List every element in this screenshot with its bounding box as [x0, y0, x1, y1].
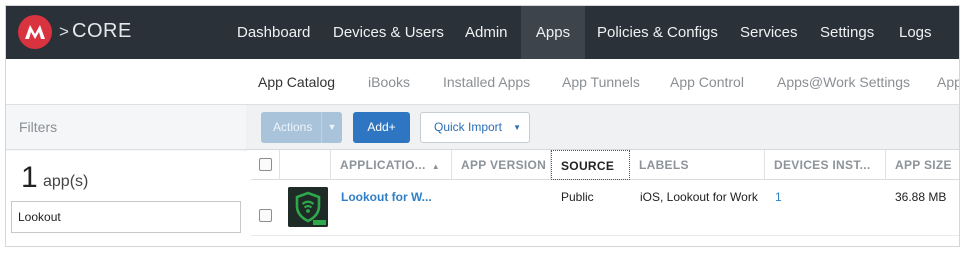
filters-title: Filters	[6, 105, 246, 150]
row-select-checkbox[interactable]	[259, 209, 272, 222]
column-header-application[interactable]: APPLICATIO... ▲	[331, 150, 452, 180]
column-header-devices-installed[interactable]: DEVICES INST...	[765, 150, 886, 180]
devices-installed-link[interactable]: 1	[775, 190, 782, 204]
filter-search-input[interactable]	[11, 201, 241, 233]
column-header-application-label: APPLICATIO...	[340, 158, 426, 172]
filters-panel: Filters 1 app(s)	[6, 105, 246, 246]
app-count: 1	[21, 161, 38, 194]
quick-import-label: Quick Import	[434, 120, 503, 134]
table-row[interactable]: Lookout for W... Public iOS, Lookout for…	[251, 181, 959, 236]
app-window: > CORE Dashboard Devices & Users Admin A…	[5, 5, 960, 247]
add-button[interactable]: Add+	[353, 112, 410, 143]
chevron-down-icon[interactable]: ▼	[321, 112, 342, 143]
quick-import-button[interactable]: Quick Import ▼	[420, 112, 530, 143]
column-header-app-size[interactable]: APP SIZE	[886, 150, 959, 180]
select-all-checkbox[interactable]	[259, 158, 272, 171]
nav-services[interactable]: Services	[740, 6, 798, 59]
tab-app-tunnels[interactable]: App Tunnels	[562, 59, 640, 105]
tab-app-control[interactable]: App Control	[670, 59, 744, 105]
nav-policies-configs[interactable]: Policies & Configs	[597, 6, 718, 59]
app-table: APPLICATIO... ▲ APP VERSION SOURCE LABELS…	[251, 150, 959, 246]
breadcrumb-chevron: >	[59, 22, 69, 41]
sort-asc-icon: ▲	[431, 162, 440, 171]
tab-apps-at-work-settings[interactable]: Apps@Work Settings	[777, 59, 910, 105]
column-header-source[interactable]: SOURCE	[551, 150, 630, 180]
top-navbar: > CORE Dashboard Devices & Users Admin A…	[6, 6, 959, 59]
app-count-label: app(s)	[43, 173, 89, 190]
actions-button[interactable]: Actions ▼	[261, 112, 342, 143]
app-size-value: 36.88 MB	[895, 190, 947, 204]
tab-app-truncated[interactable]: App	[937, 59, 959, 105]
sub-navbar: App Catalog iBooks Installed Apps App Tu…	[6, 59, 959, 105]
header-icon-cell	[280, 150, 331, 180]
chevron-down-icon: ▼	[513, 123, 521, 132]
app-source-value: Public	[561, 190, 594, 204]
nav-settings[interactable]: Settings	[820, 6, 874, 59]
actions-label: Actions	[273, 120, 313, 134]
app-labels-value: iOS, Lookout for Work	[640, 190, 758, 204]
nav-devices-users[interactable]: Devices & Users	[333, 6, 444, 59]
nav-dashboard[interactable]: Dashboard	[237, 6, 310, 59]
table-header: APPLICATIO... ▲ APP VERSION SOURCE LABELS…	[251, 150, 959, 180]
header-select-cell	[251, 150, 280, 180]
column-header-labels[interactable]: LABELS	[630, 150, 765, 180]
nav-logs[interactable]: Logs	[899, 6, 932, 59]
column-header-app-version[interactable]: APP VERSION	[452, 150, 551, 180]
app-name-link[interactable]: Lookout for W...	[341, 190, 432, 204]
lookout-shield-icon	[288, 187, 328, 227]
brand-name[interactable]: CORE	[72, 20, 132, 43]
mobileiron-logo-icon[interactable]	[18, 15, 52, 49]
tab-ibooks[interactable]: iBooks	[368, 59, 410, 105]
tab-app-catalog[interactable]: App Catalog	[258, 59, 335, 105]
tab-installed-apps[interactable]: Installed Apps	[443, 59, 530, 105]
nav-apps[interactable]: Apps	[521, 6, 585, 59]
catalog-toolbar: Actions ▼ Add+ Quick Import ▼	[246, 105, 959, 150]
nav-admin[interactable]: Admin	[465, 6, 508, 59]
